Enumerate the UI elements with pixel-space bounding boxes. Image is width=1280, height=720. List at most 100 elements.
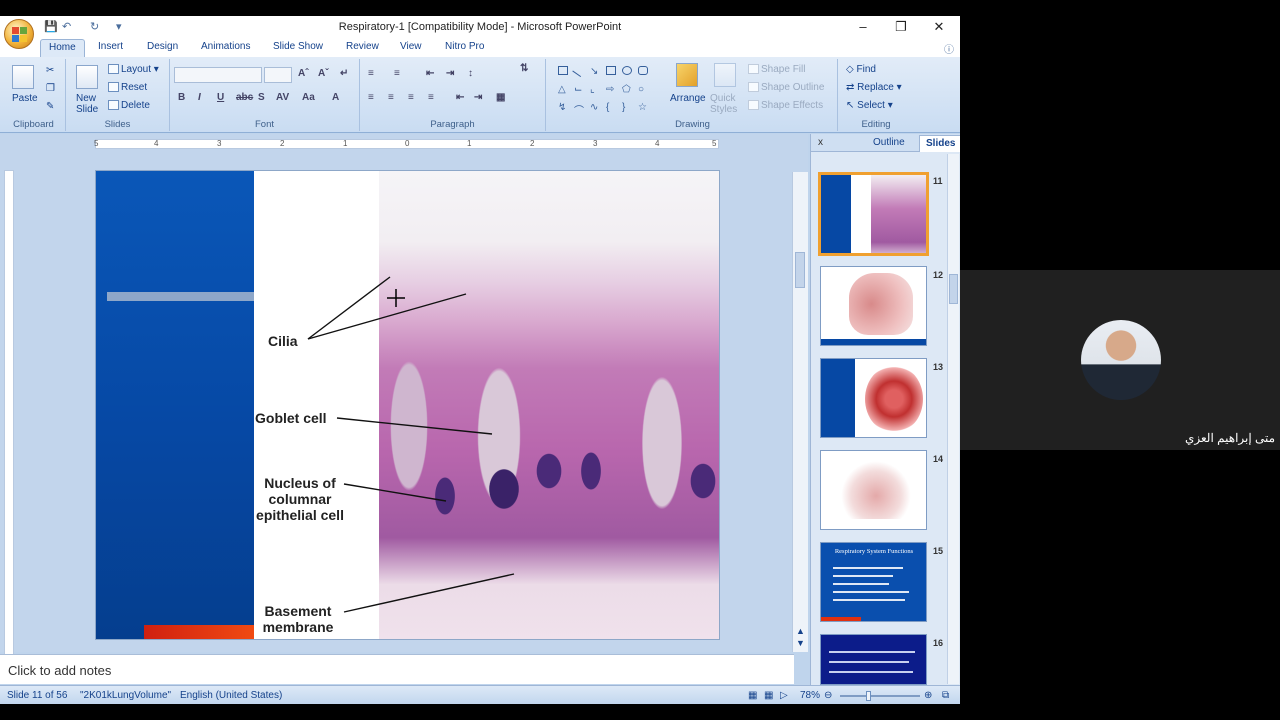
numbering-icon[interactable]: ≡ [394, 68, 400, 79]
tab-view[interactable]: View [400, 41, 422, 52]
underline-icon[interactable]: U [217, 92, 224, 103]
delete-button[interactable]: Delete [108, 100, 150, 111]
office-button-icon[interactable] [4, 19, 34, 49]
panel-scrollbar[interactable] [947, 154, 959, 684]
columns-icon[interactable]: ▦ [496, 92, 505, 103]
minimize-icon[interactable]: – [848, 18, 878, 36]
elbow-shape-icon[interactable]: ⌞ [590, 84, 600, 95]
arrange-icon[interactable] [676, 63, 698, 87]
reset-button[interactable]: Reset [108, 82, 147, 93]
tab-outline[interactable]: Outline [873, 137, 905, 148]
prev-slide-icon[interactable]: ▲ [796, 626, 805, 636]
paste-icon[interactable] [12, 65, 34, 89]
zoom-in-icon[interactable]: ⊕ [924, 690, 932, 701]
scrollbar-thumb[interactable] [795, 252, 805, 288]
pentagon-shape-icon[interactable]: ⬠ [622, 84, 632, 95]
tab-slide-show[interactable]: Slide Show [273, 41, 323, 52]
slide-scrollbar[interactable]: ▲ ▼ [792, 172, 808, 652]
ltr-icon[interactable]: ⇥ [474, 92, 482, 103]
fit-slide-icon[interactable]: ⧉ [942, 690, 949, 701]
zoom-slider-thumb[interactable] [866, 691, 871, 701]
slide-thumbnail-14[interactable] [820, 450, 927, 530]
format-painter-icon[interactable]: ✎ [46, 101, 54, 112]
font-family-box[interactable] [174, 67, 262, 83]
zoom-out-icon[interactable]: ⊖ [824, 690, 832, 701]
brace-right-shape-icon[interactable]: } [622, 102, 632, 113]
zoom-slider[interactable] [840, 691, 920, 701]
tab-nitro-pro[interactable]: Nitro Pro [445, 41, 484, 52]
font-color-icon[interactable]: A [332, 92, 339, 103]
bold-icon[interactable]: B [178, 92, 185, 103]
new-slide-icon[interactable] [76, 65, 98, 89]
wave-shape-icon[interactable]: ∿ [590, 102, 600, 113]
shape-effects-button[interactable]: Shape Effects [748, 100, 823, 111]
decrease-indent-icon[interactable]: ⇤ [426, 68, 434, 79]
tab-insert[interactable]: Insert [98, 41, 123, 52]
help-icon[interactable]: ⓘ [944, 41, 954, 56]
textbox-shape-icon[interactable] [558, 66, 568, 75]
tab-slides[interactable]: Slides [919, 135, 960, 152]
flowchart-shape-icon[interactable]: ○ [638, 84, 648, 95]
restore-icon[interactable]: ❐ [886, 18, 916, 36]
tab-animations[interactable]: Animations [201, 41, 250, 52]
quick-styles-button[interactable]: Quick Styles [710, 93, 740, 115]
select-button[interactable]: ↖ Select ▾ [846, 100, 893, 111]
italic-icon[interactable]: I [198, 92, 201, 103]
increase-indent-icon[interactable]: ⇥ [446, 68, 454, 79]
arrange-button[interactable]: Arrange [670, 93, 706, 104]
replace-button[interactable]: ⇄ Replace ▾ [846, 82, 902, 93]
star-shape-icon[interactable]: ☆ [638, 102, 648, 113]
font-size-box[interactable] [264, 67, 292, 83]
slide-thumbnail-11[interactable] [818, 172, 929, 256]
next-slide-icon[interactable]: ▼ [796, 638, 805, 648]
grow-font-icon[interactable]: Aˆ [298, 68, 309, 79]
quick-styles-icon[interactable] [714, 63, 736, 87]
connector-shape-icon[interactable]: ⌙ [574, 84, 584, 95]
notes-pane[interactable]: Click to add notes [0, 654, 794, 684]
spacing-icon[interactable]: AV [276, 92, 289, 103]
bullets-icon[interactable]: ≡ [368, 68, 374, 79]
zoom-level[interactable]: 78% [800, 690, 820, 701]
align-right-icon[interactable]: ≡ [408, 92, 414, 103]
tab-home[interactable]: Home [40, 39, 85, 58]
paste-button[interactable]: Paste [12, 93, 38, 104]
copy-icon[interactable]: ❐ [46, 83, 55, 94]
brace-shape-icon[interactable]: { [606, 102, 616, 113]
line-spacing-icon[interactable]: ↕ [468, 68, 473, 79]
oval-shape-icon[interactable] [622, 66, 632, 75]
tab-design[interactable]: Design [147, 41, 178, 52]
shrink-font-icon[interactable]: Aˇ [318, 68, 329, 79]
text-direction-icon[interactable]: ⇅ [520, 63, 528, 74]
shape-fill-button[interactable]: Shape Fill [748, 64, 805, 75]
slide-thumbnail-13[interactable] [820, 358, 927, 438]
normal-view-icon[interactable]: ▦ [748, 690, 757, 701]
notes-placeholder[interactable]: Click to add notes [8, 663, 111, 678]
shadow-icon[interactable]: S [258, 92, 265, 103]
tab-review[interactable]: Review [346, 41, 379, 52]
panel-scrollbar-thumb[interactable] [949, 274, 958, 304]
slide-thumbnail-16[interactable] [820, 634, 927, 685]
cut-icon[interactable]: ✂ [46, 65, 54, 76]
slide-sorter-icon[interactable]: ▦ [764, 690, 773, 701]
slide-thumbnail-15[interactable]: Respiratory System Functions [820, 542, 927, 622]
new-slide-button[interactable]: New Slide [76, 93, 102, 115]
freeform-shape-icon[interactable]: ↯ [558, 102, 568, 113]
slide-canvas[interactable]: Cilia Goblet cell Nucleus of columnar ep… [95, 170, 720, 640]
clear-format-icon[interactable]: ↵ [340, 68, 348, 79]
align-left-icon[interactable]: ≡ [368, 92, 374, 103]
shape-outline-button[interactable]: Shape Outline [748, 82, 824, 93]
panel-close-icon[interactable]: x [818, 137, 823, 148]
strikethrough-icon[interactable]: abc [236, 92, 253, 103]
slide-thumbnail-12[interactable] [820, 266, 927, 346]
triangle-shape-icon[interactable]: △ [558, 84, 568, 95]
close-icon[interactable]: ✕ [924, 18, 954, 36]
curve-shape-icon[interactable]: ⌒ [574, 102, 584, 117]
rtl-icon[interactable]: ⇤ [456, 92, 464, 103]
find-button[interactable]: ◇ Find [846, 64, 876, 75]
block-arrow-shape-icon[interactable]: ⇨ [606, 84, 616, 95]
justify-icon[interactable]: ≡ [428, 92, 434, 103]
rounded-rect-shape-icon[interactable] [638, 66, 648, 75]
slide-show-icon[interactable]: ▷ [780, 690, 788, 701]
layout-button[interactable]: Layout ▾ [108, 64, 159, 75]
language[interactable]: English (United States) [180, 690, 282, 701]
